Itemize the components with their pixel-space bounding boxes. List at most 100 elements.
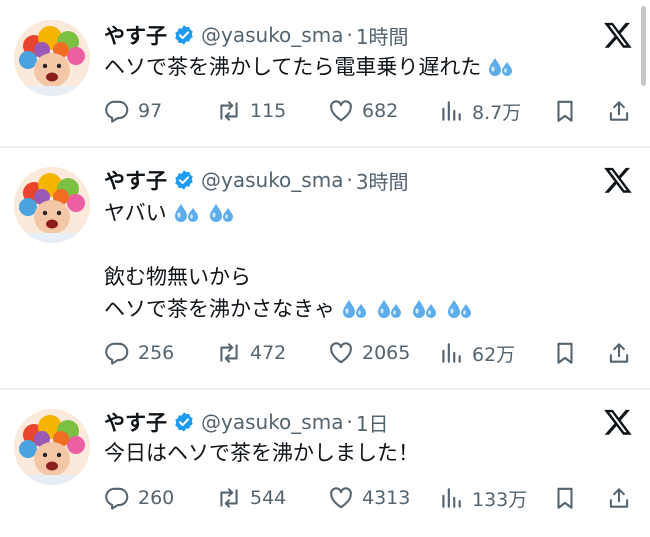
user-handle[interactable]: @yasuko_sma [201,23,343,47]
tweet-line: ヤバい [104,197,475,229]
repost-button[interactable]: 115 [216,96,286,126]
reply-button[interactable]: 97 [104,96,162,126]
verified-badge-icon [173,169,195,191]
tweet-header: やす子 @yasuko_sma · 1時間 [104,20,409,50]
sweat-droplets-icon [375,297,405,321]
view-count: 62万 [472,343,516,366]
like-count: 2065 [362,342,411,364]
sweat-droplets-icon [486,55,516,79]
reply-count: 256 [138,342,175,364]
heart-icon [328,340,354,366]
views-button[interactable]: 133万 [438,483,527,513]
tweet-line-text: ヘソで茶を沸かさなきゃ [104,297,335,321]
like-button[interactable]: 2065 [328,338,410,368]
tweet-line: ヘソで茶を沸かさなきゃ [104,293,475,325]
views-button[interactable]: 8.7万 [438,96,521,126]
tweet-actions: 260 544 4313 133万 [104,483,634,513]
like-button[interactable]: 4313 [328,483,410,513]
tweet[interactable]: やす子 @yasuko_sma · 3時間 ヤバい 飲む物無いから ヘソで茶を沸… [0,148,650,386]
bookmark-button[interactable] [552,338,578,368]
tweet-line-text: ヤバい [104,201,167,225]
tweet-line: 飲む物無いから [104,261,475,293]
display-name[interactable]: やす子 [104,20,167,50]
x-logo-icon [603,165,633,195]
tweet[interactable]: やす子 @yasuko_sma · 1時間 ヘソで茶を沸かしてたら電車乗り遅れた… [0,0,650,146]
repost-count: 472 [250,342,287,364]
tweet-line-text: ヘソで茶を沸かしてたら電車乗り遅れた [104,55,482,79]
reply-button[interactable]: 260 [104,483,174,513]
sweat-droplets-icon [340,297,370,321]
timestamp[interactable]: 1日 [356,408,389,437]
bookmark-button[interactable] [552,483,578,513]
repost-count: 115 [250,100,287,122]
bookmark-icon [552,98,578,124]
x-logo-icon [603,407,633,437]
separator-dot: · [346,168,353,192]
avatar[interactable] [14,167,90,243]
share-icon [606,98,632,124]
share-button[interactable] [606,96,632,126]
tweet-text: ヤバい 飲む物無いから ヘソで茶を沸かさなきゃ [104,197,475,325]
reply-count: 97 [138,100,163,122]
tweet-line: ヘソで茶を沸かしてたら電車乗り遅れた [104,51,516,83]
view-count: 8.7万 [472,101,522,124]
share-icon [606,485,632,511]
tweet-line: 今日はヘソで茶を沸かしました！ [104,437,419,469]
heart-icon [328,98,354,124]
view-count: 133万 [472,488,528,511]
share-icon [606,340,632,366]
tweet-line-text: 今日はヘソで茶を沸かしました！ [104,441,419,465]
bookmark-icon [552,485,578,511]
separator-dot: · [346,23,353,47]
user-handle[interactable]: @yasuko_sma [201,410,343,434]
reply-icon [104,340,130,366]
sweat-droplets-icon [445,297,475,321]
reply-button[interactable]: 256 [104,338,174,368]
display-name[interactable]: やす子 [104,165,167,195]
tweet-header: やす子 @yasuko_sma · 3時間 [104,165,409,195]
reply-icon [104,485,130,511]
tweet-actions: 256 472 2065 62万 [104,338,634,368]
avatar[interactable] [14,409,90,485]
timestamp[interactable]: 3時間 [356,166,409,195]
separator-dot: · [346,410,353,434]
timeline-feed: やす子 @yasuko_sma · 1時間 ヘソで茶を沸かしてたら電車乗り遅れた… [0,0,650,537]
tweet[interactable]: やす子 @yasuko_sma · 1日 今日はヘソで茶を沸かしました！ 260… [0,390,650,537]
repost-count: 544 [250,487,287,509]
bookmark-button[interactable] [552,96,578,126]
share-button[interactable] [606,483,632,513]
analytics-icon [438,340,464,366]
repost-button[interactable]: 544 [216,483,286,513]
bookmark-icon [552,340,578,366]
analytics-icon [438,485,464,511]
display-name[interactable]: やす子 [104,407,167,437]
analytics-icon [438,98,464,124]
tweet-line-text: 飲む物無いから [104,265,251,289]
reply-count: 260 [138,487,175,509]
repost-icon [216,485,242,511]
like-count: 682 [362,100,399,122]
views-button[interactable]: 62万 [438,338,515,368]
sweat-droplets-icon [172,201,202,225]
tweet-text: ヘソで茶を沸かしてたら電車乗り遅れた [104,51,516,83]
like-button[interactable]: 682 [328,96,398,126]
reply-icon [104,98,130,124]
timestamp[interactable]: 1時間 [356,21,409,50]
tweet-actions: 97 115 682 8.7万 [104,96,634,126]
sweat-droplets-icon [207,201,237,225]
sweat-droplets-icon [410,297,440,321]
verified-badge-icon [173,411,195,433]
repost-icon [216,98,242,124]
repost-icon [216,340,242,366]
like-count: 4313 [362,487,411,509]
avatar[interactable] [14,20,90,96]
user-handle[interactable]: @yasuko_sma [201,168,343,192]
heart-icon [328,485,354,511]
scrollbar[interactable] [641,6,646,86]
repost-button[interactable]: 472 [216,338,286,368]
verified-badge-icon [173,24,195,46]
share-button[interactable] [606,338,632,368]
x-logo-icon [603,20,633,50]
tweet-text: 今日はヘソで茶を沸かしました！ [104,437,419,469]
